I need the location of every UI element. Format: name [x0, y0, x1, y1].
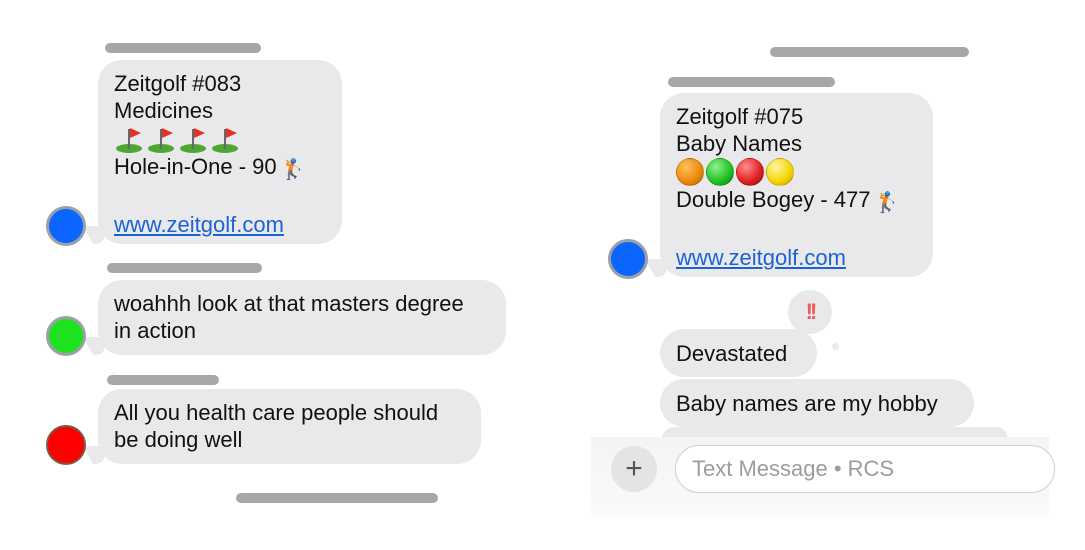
redacted-timestamp — [770, 47, 969, 57]
message-line: woahhh look at that masters degree — [114, 291, 464, 316]
message-line: All you health care people should — [114, 400, 439, 425]
redacted-sender-name — [107, 263, 262, 273]
redacted-timestamp — [236, 493, 438, 503]
golf-flag-icon — [178, 126, 208, 153]
red-circle-icon — [736, 158, 764, 186]
score-text: Hole-in-One - 90 — [114, 154, 277, 179]
golf-flags-row — [114, 124, 326, 153]
yellow-circle-icon — [766, 158, 794, 186]
message-line: Baby names are my hobby — [676, 390, 938, 416]
message-line: Medicines — [114, 98, 214, 123]
message-line: Baby Names — [676, 131, 802, 156]
message-bubble-zeitgolf-083[interactable]: Zeitgolf #083 Medicines Hole-in-One - 90… — [98, 60, 342, 244]
avatar[interactable] — [46, 206, 86, 246]
avatar[interactable] — [46, 316, 86, 356]
message-line: Zeitgolf #083 — [114, 71, 242, 96]
message-line-score: Double Bogey - 477 🏌 — [676, 186, 917, 217]
green-circle-icon — [706, 158, 734, 186]
avatar[interactable] — [46, 425, 86, 465]
zeitgolf-link[interactable]: www.zeitgolf.com — [114, 211, 326, 238]
golfer-icon: 🏌 — [874, 192, 900, 214]
redacted-sender-name — [105, 43, 261, 53]
reaction-tail — [832, 343, 839, 350]
message-bubble-zeitgolf-075[interactable]: Zeitgolf #075 Baby Names Double Bogey - … — [660, 93, 933, 277]
redacted-sender-name — [107, 375, 219, 385]
result-circles-row — [676, 157, 917, 186]
message-bubble[interactable]: All you health care people should be doi… — [98, 389, 481, 464]
score-text: Double Bogey - 477 — [676, 187, 871, 212]
orange-circle-icon — [676, 158, 704, 186]
message-line: be doing well — [114, 427, 243, 452]
plus-icon[interactable]: + — [611, 446, 657, 492]
message-bubble[interactable]: woahhh look at that masters degree in ac… — [98, 280, 506, 355]
avatar[interactable] — [608, 239, 648, 279]
message-bubble[interactable]: Baby names are my hobby — [660, 379, 974, 427]
zeitgolf-link[interactable]: www.zeitgolf.com — [676, 244, 917, 271]
golf-flag-icon — [210, 126, 240, 153]
redacted-sender-name — [668, 77, 835, 87]
golfer-icon: 🏌 — [280, 159, 306, 181]
golf-flag-icon — [146, 126, 176, 153]
text-message-input[interactable]: Text Message • RCS — [675, 445, 1055, 493]
message-line: Devastated — [676, 340, 788, 366]
message-line-score: Hole-in-One - 90 🏌 — [114, 153, 326, 184]
message-bubble[interactable]: Devastated — [660, 329, 817, 377]
message-line: Zeitgolf #075 — [676, 104, 804, 129]
golf-flag-icon — [114, 126, 144, 153]
reaction-exclamation[interactable]: !! — [788, 290, 832, 334]
message-line: in action — [114, 318, 196, 343]
